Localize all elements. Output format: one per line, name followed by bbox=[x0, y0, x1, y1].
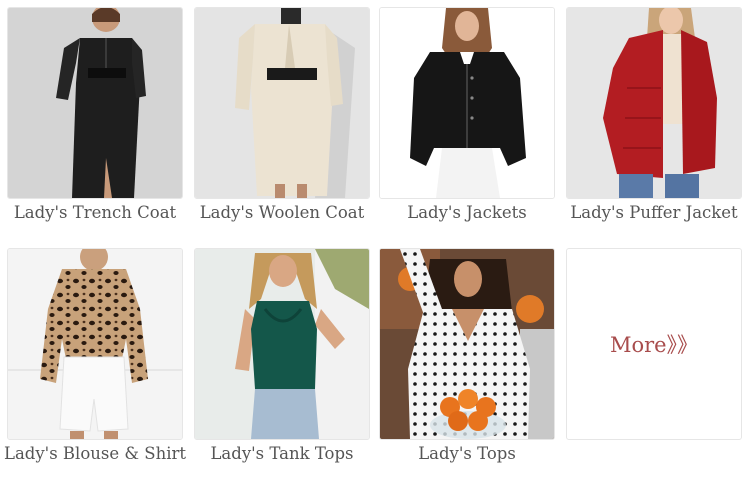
category-label[interactable]: Lady's Woolen Coat bbox=[184, 203, 380, 222]
category-label[interactable]: Lady's Trench Coat bbox=[0, 203, 193, 222]
trench-coat-image[interactable] bbox=[7, 7, 183, 199]
category-label[interactable]: Lady's Jackets bbox=[369, 203, 565, 222]
blouse-shirt-image[interactable] bbox=[7, 248, 183, 440]
more-button[interactable]: More》》 bbox=[566, 248, 742, 440]
puffer-jacket-image[interactable] bbox=[566, 7, 742, 199]
category-label[interactable]: Lady's Tank Tops bbox=[184, 444, 380, 463]
category-label[interactable]: Lady's Tops bbox=[369, 444, 565, 463]
category-label[interactable]: Lady's Puffer Jacket bbox=[556, 203, 750, 222]
tops-image[interactable] bbox=[379, 248, 555, 440]
category-label[interactable]: Lady's Blouse & Shirt bbox=[0, 444, 193, 463]
tank-tops-image[interactable] bbox=[194, 248, 370, 440]
more-label[interactable]: More》》 bbox=[610, 329, 698, 359]
woolen-coat-image[interactable] bbox=[194, 7, 370, 199]
jackets-image[interactable] bbox=[379, 7, 555, 199]
